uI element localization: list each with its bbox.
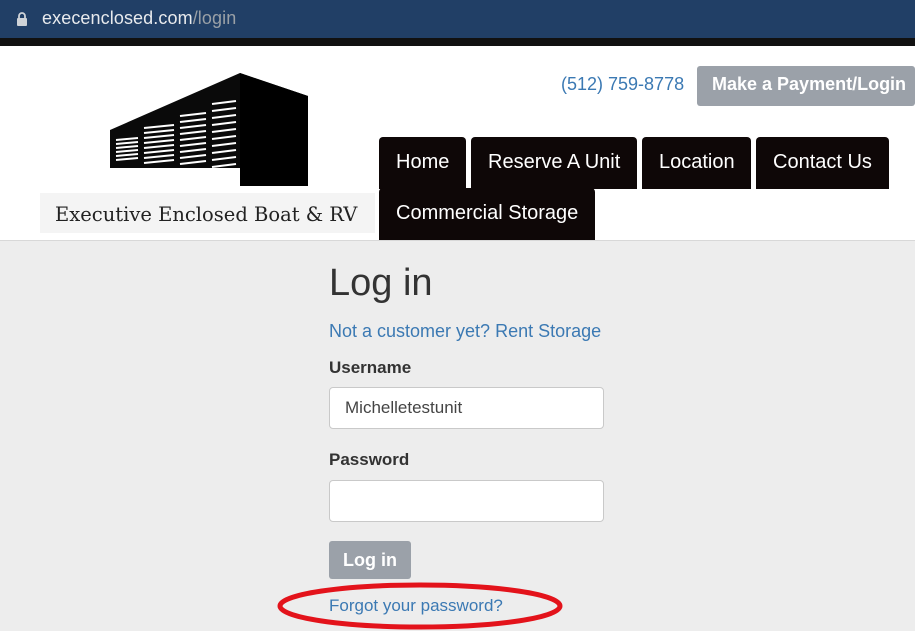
rent-storage-link[interactable]: Not a customer yet? Rent Storage [329, 321, 601, 342]
phone-link[interactable]: (512) 759-8778 [561, 74, 684, 95]
nav-reserve-unit[interactable]: Reserve A Unit [471, 137, 637, 189]
highlight-ellipse [277, 582, 563, 630]
lock-icon[interactable] [16, 12, 28, 26]
login-button[interactable]: Log in [329, 541, 411, 579]
top-divider [0, 38, 915, 46]
url-domain: execenclosed.com [42, 8, 193, 28]
payment-login-button[interactable]: Make a Payment/Login [697, 66, 915, 106]
nav-commercial-storage[interactable]: Commercial Storage [379, 188, 595, 240]
login-section: Log in Not a customer yet? Rent Storage … [0, 240, 915, 631]
nav-contact-us[interactable]: Contact Us [756, 137, 889, 189]
storage-building-icon [110, 73, 308, 186]
site-header: Executive Enclosed Boat & RV (512) 759-8… [0, 46, 915, 240]
nav-home[interactable]: Home [379, 137, 466, 189]
logo-text: Executive Enclosed Boat & RV [55, 203, 358, 226]
password-label: Password [329, 450, 410, 469]
password-input[interactable] [329, 480, 604, 522]
nav-location[interactable]: Location [642, 137, 751, 189]
url-field[interactable]: execenclosed.com/login [42, 8, 236, 29]
url-path: /login [192, 8, 237, 28]
username-label: Username [329, 358, 412, 377]
page-title: Log in [329, 262, 433, 304]
browser-address-bar: execenclosed.com/login [0, 0, 915, 38]
username-input[interactable] [329, 387, 604, 429]
site-logo[interactable]: Executive Enclosed Boat & RV [40, 68, 375, 233]
